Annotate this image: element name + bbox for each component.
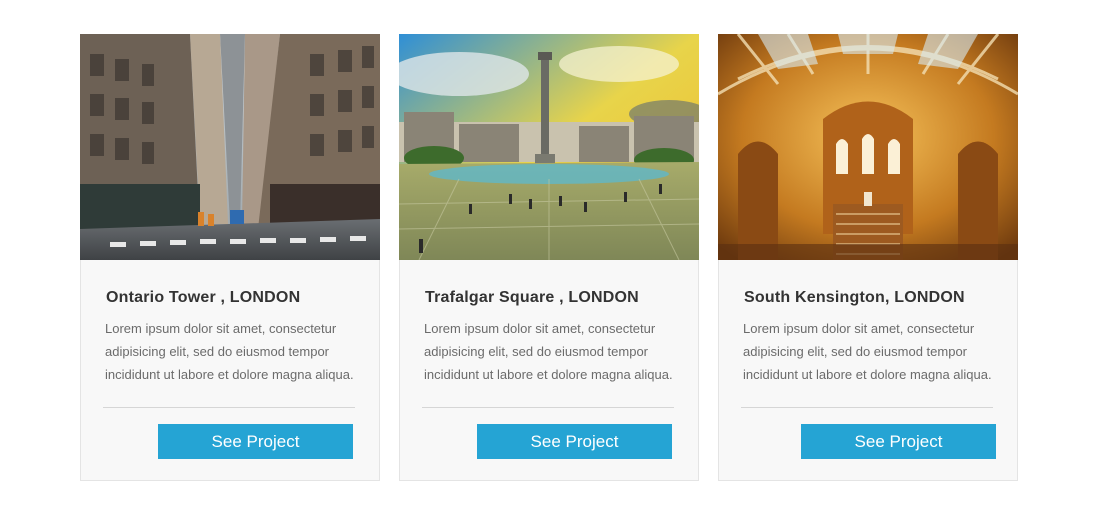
see-project-button[interactable]: See Project (801, 424, 996, 459)
project-photo-museum (718, 34, 1018, 260)
card-divider (422, 407, 674, 408)
card-description: Lorem ipsum dolor sit amet, consectetur … (105, 321, 354, 382)
project-card: South Kensington, LONDON Lorem ipsum dol… (718, 34, 1018, 481)
project-card: Trafalgar Square , LONDON Lorem ipsum do… (399, 34, 699, 481)
card-description: Lorem ipsum dolor sit amet, consectetur … (743, 321, 992, 382)
card-title: Ontario Tower , LONDON (106, 289, 301, 306)
card-title: Trafalgar Square , LONDON (425, 289, 639, 306)
project-photo-street (80, 34, 380, 260)
card-description: Lorem ipsum dolor sit amet, consectetur … (424, 321, 673, 382)
project-card: Ontario Tower , LONDON Lorem ipsum dolor… (80, 34, 380, 481)
card-title: South Kensington, LONDON (744, 289, 965, 306)
see-project-button[interactable]: See Project (477, 424, 672, 459)
project-photo-square (399, 34, 699, 260)
project-cards: Ontario Tower , LONDON Lorem ipsum dolor… (0, 0, 1100, 516)
see-project-button[interactable]: See Project (158, 424, 353, 459)
card-divider (103, 407, 355, 408)
card-divider (741, 407, 993, 408)
